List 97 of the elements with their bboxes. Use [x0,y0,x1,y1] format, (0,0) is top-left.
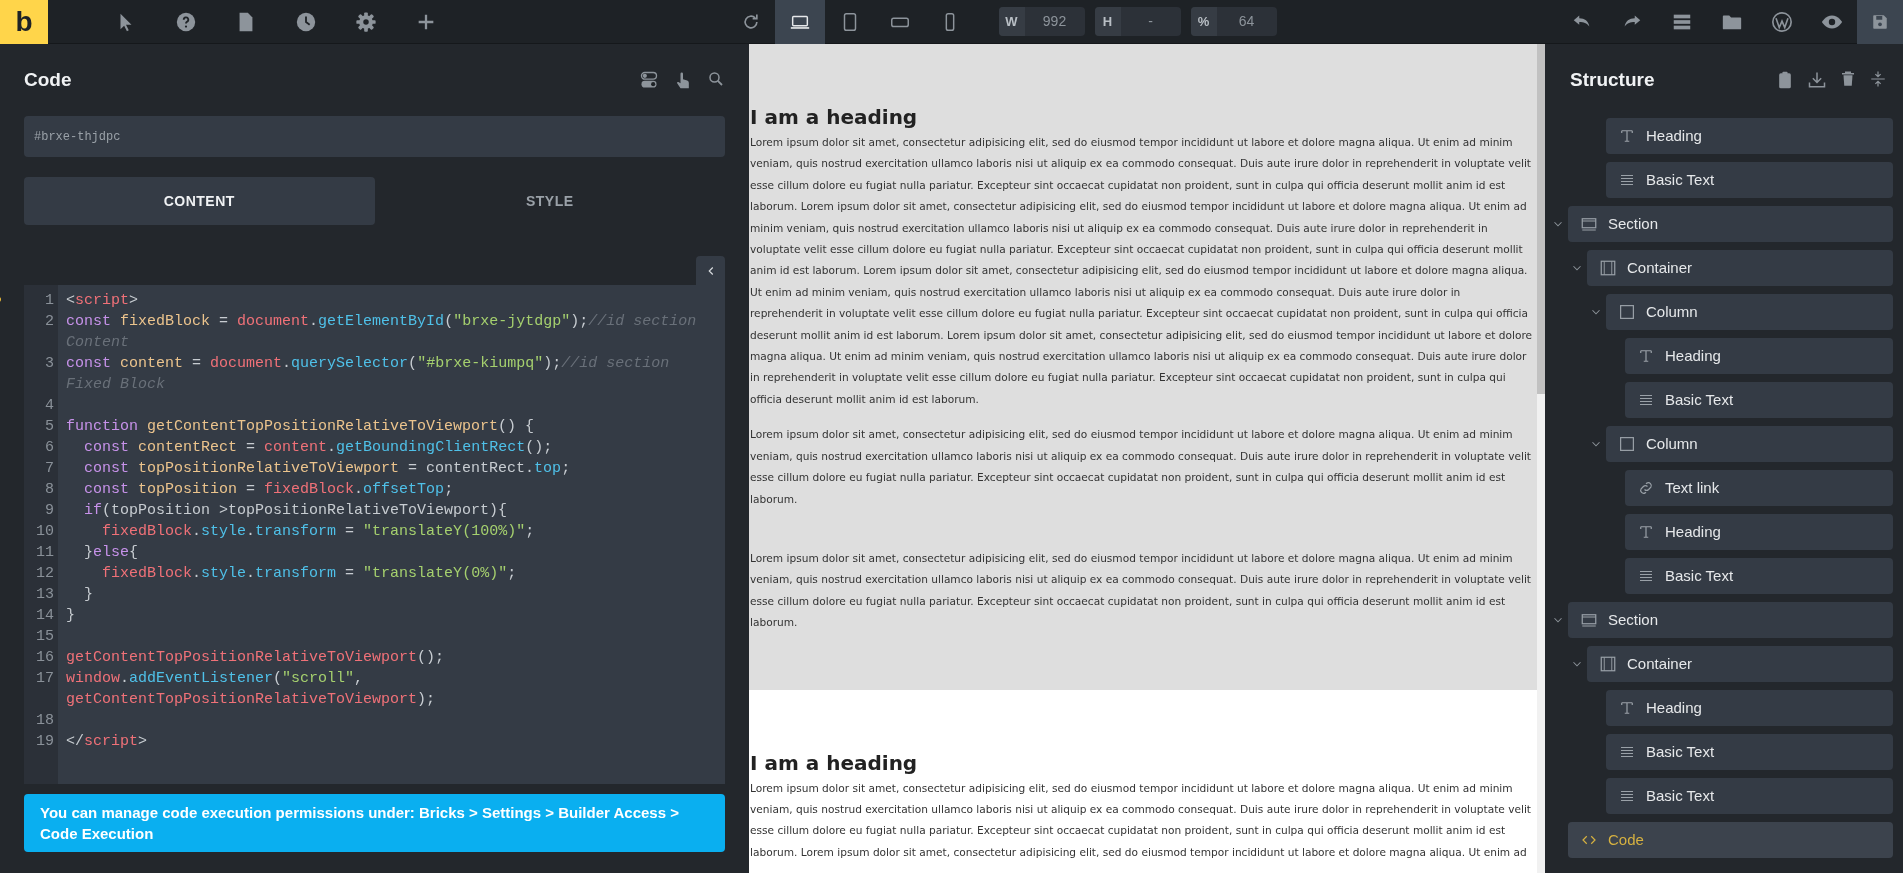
line-number: 8 [44,480,55,500]
clock-icon [295,10,317,33]
panel-title: Structure [1570,67,1655,92]
field-label: W [998,7,1025,36]
section-heading: I am a heading [750,104,919,130]
tree-item[interactable]: Section [1568,206,1893,242]
dimension-input[interactable]: - [1120,7,1181,36]
tree-item[interactable]: Heading [1625,338,1893,374]
tree-item[interactable]: Basic Text [1606,162,1893,198]
panel-title: Code [24,67,72,92]
body-text: Lorem ipsum dolor sit amet, consectetur adipisicing elit, sed do eiusmod tempor incididunt ut labore et dolore magna aliqua. Ut enim ad minim veniam, quis nostrud exercitation ullamco laboris nisi ut aliquip ex ea commodo consequat. Duis aute irure dolor in reprehenderit in voluptate velit esse cillum dolore eu fugiat nulla pariatur. Excepteur sint occaecat cupidatat non proident, sunt in culpa qui officia deserunt mollit anim id est laborum. Lorem ipsum dolor sit amet, consectetur adipisicing elit, sed do eiusmod tempor incididunt ut labore et dolore magna aliqua. Ut enim ad [750,780,1532,860]
save-icon [1871,12,1889,31]
code-line: const topPosition = fixedBlock.offsetTop; [83,480,455,500]
heading-icon [1637,523,1655,541]
heading-icon [1637,347,1655,365]
tree-item[interactable]: Basic Text [1625,382,1893,418]
code-line: fixedBlock.style.transform = "translateY(0%)"; [101,564,518,584]
tab[interactable]: CONTENT [24,177,375,225]
line-number: 6 [44,438,55,458]
dimension-field[interactable]: % 64 [1190,7,1277,36]
tree-item[interactable]: Container [1587,646,1893,682]
tree-item[interactable]: Heading [1625,514,1893,550]
tree-item[interactable]: Column [1606,426,1893,462]
dimension-input[interactable]: 992 [1024,7,1085,36]
code-line: </script> [66,732,149,752]
code-line: }else{ [83,543,140,563]
line-number: 4 [44,396,55,416]
code-line: } [83,585,95,605]
save-button[interactable] [1857,0,1903,44]
line-number: 17 [35,669,55,689]
line-number: 12 [35,564,55,584]
field-label: % [1190,7,1217,36]
dimension-field[interactable]: H - [1094,7,1181,36]
heading-icon [1618,699,1636,717]
dimension-field[interactable]: W 992 [998,7,1085,36]
line-number: 14 [35,606,55,626]
code-line: getContentTopPositionRelativeToViewport(); [66,648,446,668]
container-icon [1599,655,1617,673]
line-number: 10 [35,522,55,542]
container-icon [1599,259,1617,277]
tree-item[interactable]: Column [1606,294,1893,330]
line-number: 16 [35,648,55,668]
code-line: const topPositionRelativeToViewport = contentRect.top; [83,459,572,479]
code-line: } [66,606,76,626]
scrollbar[interactable] [1537,44,1545,873]
code-line: const contentRect = content.getBoundingClientRect(); [83,438,554,458]
code-line: <script> [66,291,140,311]
body-text: Lorem ipsum dolor sit amet, consectetur adipisicing elit, sed do eiusmod tempor incididunt ut labore et dolore magna aliqua. Ut enim ad minim veniam, quis nostrud exercitation ullamco laboris nisi ut aliquip ex ea commodo consequat. Duis aute irure dolor in reprehenderit in voluptate velit esse cillum dolore eu fugiat nulla pariatur. Excepteur sint occaecat cupidatat non proident, sunt in culpa qui officia deserunt mollit anim id est laborum. Lorem ipsum dolor sit amet, consectetur adipisicing elit, sed do eiusmod tempor incididunt ut labore et dolore magna aliqua. Ut enim ad minim veniam, quis nostrud exercitation ullamco laboris nisi ut aliquip ex ea commodo consequat. Duis aute irure dolor in reprehenderit in voluptate velit esse cillum dolore eu fugiat nulla pariatur. Excepteur sint occaecat cupidatat non proident, sunt in culpa qui officia deserunt mollit anim id est laborum. Lorem ipsum dolor sit amet, consectetur adipisicing elit, sed do eiusmod tempor incididunt ut labore et dolore magna aliqua. Ut enim ad minim veniam, quis nostrud exercitation ullamco laboris nisi ut aliquip ex ea commodo consequat. Duis aute irure dolor in reprehenderit in voluptate velit esse cillum dolore eu fugiat nulla pariatur. Excepteur sint occaecat cupidatat non proident, sunt in culpa qui officia deserunt mollit anim id est laborum. Lorem ipsum dolor sit amet, consectetur adipisicing elit, sed do eiusmod tempor incididunt ut labore et dolore magna aliqua. Ut enim ad minim veniam, quis nostrud exercitation ullamco laboris nisi ut aliquip ex ea commodo consequat. Duis aute irure dolor in reprehenderit in voluptate velit esse cillum dolore eu fugiat nulla pariatur. Excepteur sint occaecat cupidatat non proident, sunt in culpa qui officia deserunt mollit anim id est laborum. [750,135,1534,407]
section-icon [1580,215,1598,233]
line-number: 3 [44,354,55,374]
toggle-icon[interactable] [639,70,659,90]
code-line: function getContentTopPositionRelativeToViewport() { [66,417,536,437]
section-heading: I am a heading [750,749,919,776]
code-line: fixedBlock.style.transform = "translateY(100%)"; [101,522,536,542]
line-number: 2 [44,312,55,332]
tree-item[interactable]: Basic Text [1606,778,1893,814]
code-line: window.addEventListener("scroll", getContentTopPositionRelativeToViewport); [66,669,437,710]
line-number: 19 [35,732,55,752]
line-number: 11 [35,543,55,563]
scrollbar-thumb[interactable] [1537,44,1545,394]
tab[interactable]: STYLE [374,177,725,225]
settings-icon [355,10,377,33]
line-number: 9 [44,501,55,521]
line-number: 13 [35,585,55,605]
logo-icon [1771,10,1793,33]
trash-icon[interactable] [1839,70,1857,88]
download-icon[interactable] [1807,70,1827,90]
tree-item[interactable]: Basic Text [1606,734,1893,770]
tree-item[interactable]: Heading [1606,118,1893,154]
line-number: 15 [35,627,55,647]
body-text: Lorem ipsum dolor sit amet, consectetur adipisicing elit, sed do eiusmod tempor incididunt ut labore et dolore magna aliqua. Ut enim ad minim veniam, quis nostrud exercitation ullamco laboris nisi ut aliquip ex ea commodo consequat. Duis aute irure dolor in reprehenderit in voluptate velit esse cillum dolore eu fugiat nulla pariatur. Excepteur sint occaecat cupidatat non proident, sunt in culpa qui officia deserunt mollit anim id est laborum. [750,427,1532,507]
code-line: if(topPosition >topPositionRelativeToViewport){ [83,501,509,521]
line-number: 18 [35,711,55,731]
laptop-view-button[interactable] [774,0,825,44]
field-label: H [1094,7,1121,36]
collapse-icon[interactable] [1869,70,1887,88]
body-text: Lorem ipsum dolor sit amet, consectetur adipisicing elit, sed do eiusmod tempor incididunt ut labore et dolore magna aliqua. Ut enim ad minim veniam, quis nostrud exercitation ullamco laboris nisi ut aliquip ex ea commodo consequat. Duis aute irure dolor in reprehenderit in voluptate velit esse cillum dolore eu fugiat nulla pariatur. Excepteur sint occaecat cupidatat non proident, sunt in culpa qui officia deserunt mollit anim id est laborum. [750,550,1532,631]
dimension-input[interactable]: 64 [1216,7,1277,36]
logo[interactable]: b [0,0,48,44]
column-icon [1618,435,1636,453]
tree-item[interactable]: Heading [1606,690,1893,726]
link-icon [1637,479,1655,497]
line-number: 5 [44,417,55,437]
tree-item[interactable]: Basic Text [1625,558,1893,594]
help-icon [175,10,197,33]
tree-item[interactable]: Text link [1625,470,1893,506]
heading-icon [1618,127,1636,145]
tree-item[interactable]: Section [1568,602,1893,638]
selector-field[interactable]: #brxe-thjdpc [24,116,725,157]
info-notice: You can manage code execution permissions under: Bricks > Settings > Builder Access > Code Execution [24,794,725,852]
search-icon[interactable] [707,70,725,88]
section-icon [1580,611,1598,629]
line-number: 1 [44,291,55,311]
column-icon [1618,303,1636,321]
tree-item[interactable]: Container [1587,250,1893,286]
tree-item[interactable]: Code [1568,822,1893,858]
line-number: 7 [44,459,55,479]
